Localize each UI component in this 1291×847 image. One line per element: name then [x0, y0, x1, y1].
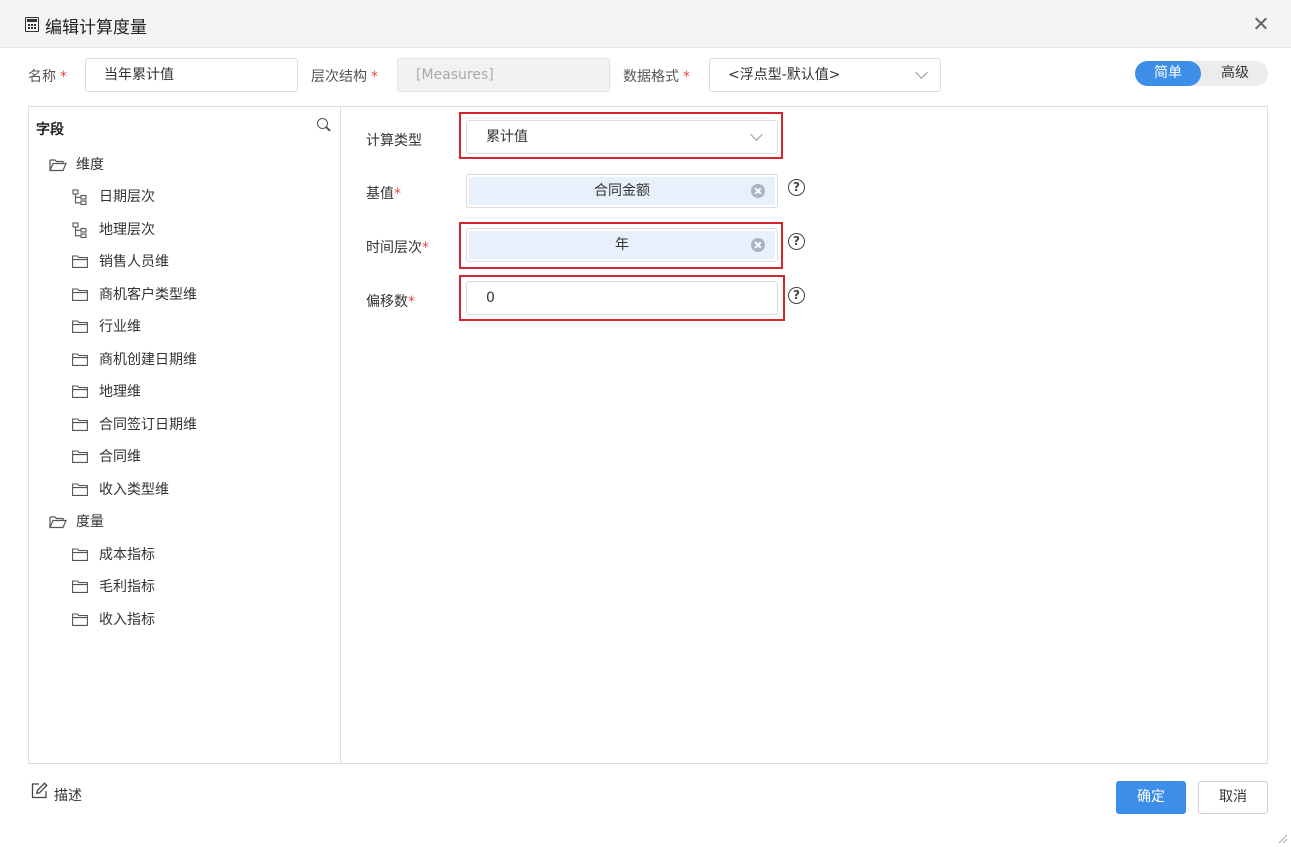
tree-item-label: 地理层次: [99, 222, 155, 238]
help-icon[interactable]: ?: [788, 179, 805, 196]
description-link[interactable]: 描述: [54, 785, 82, 805]
folder-icon: [72, 353, 88, 366]
folder-icon: [72, 613, 88, 626]
offset-value: 0: [486, 290, 495, 306]
tree-item-label: 商机创建日期维: [99, 352, 197, 368]
help-icon[interactable]: ?: [788, 287, 805, 304]
close-icon[interactable]: [1251, 14, 1271, 34]
search-icon[interactable]: [316, 117, 332, 133]
tree-item-label: 销售人员维: [99, 254, 169, 270]
format-label: 数据格式 *: [623, 69, 690, 85]
base-chip-label: 合同金额: [594, 183, 650, 199]
tree-item-label: 合同签订日期维: [99, 417, 197, 433]
tree-item-label: 收入指标: [99, 612, 155, 628]
tree-item-label: 收入类型维: [99, 482, 169, 498]
folder-icon: [72, 580, 88, 593]
folder-icon: [72, 548, 88, 561]
name-input[interactable]: 当年累计值: [85, 58, 298, 92]
panel-divider: [340, 107, 341, 763]
folder-icon: [72, 385, 88, 398]
chevron-down-icon: [915, 66, 928, 79]
ok-button[interactable]: 确定: [1116, 781, 1186, 814]
name-label: 名称 *: [28, 69, 67, 85]
folder-icon: [72, 418, 88, 431]
clear-icon[interactable]: [751, 184, 765, 198]
base-chip: 合同金额: [469, 177, 775, 205]
tree-item-label: 日期层次: [99, 189, 155, 205]
folder-open-icon: [49, 159, 67, 172]
cancel-button[interactable]: 取消: [1198, 781, 1268, 814]
tree-group-label: 维度: [76, 157, 104, 173]
tree-item-label: 商机客户类型维: [99, 287, 197, 303]
help-icon[interactable]: ?: [788, 233, 805, 250]
time-level-field[interactable]: 年: [466, 228, 778, 262]
format-select-value: <浮点型-默认值>: [728, 67, 841, 83]
folder-icon: [72, 288, 88, 301]
tree-item-label: 毛利指标: [99, 579, 155, 595]
hierarchy-label: 层次结构 *: [311, 69, 378, 85]
hierarchy-icon: [72, 222, 87, 238]
fields-title: 字段: [36, 122, 64, 138]
time-level-chip-label: 年: [615, 237, 629, 253]
clear-icon[interactable]: [751, 238, 765, 252]
mode-advanced-button[interactable]: 高级: [1202, 61, 1268, 86]
time-level-chip: 年: [469, 231, 775, 259]
folder-open-icon: [49, 516, 67, 529]
tree-item-label: 成本指标: [99, 547, 155, 563]
calculator-icon: [25, 17, 39, 32]
base-field[interactable]: 合同金额: [466, 174, 778, 208]
hierarchy-input: [Measures]: [397, 58, 610, 92]
tree-item-label: 合同维: [99, 449, 141, 465]
tree-group-label: 度量: [76, 514, 104, 530]
calc-type-value: 累计值: [486, 129, 528, 145]
base-label: 基值*: [366, 186, 401, 202]
mode-simple-button[interactable]: 简单: [1135, 61, 1201, 86]
format-select[interactable]: <浮点型-默认值>: [709, 58, 941, 92]
resize-grip-icon[interactable]: [1278, 834, 1288, 844]
folder-icon: [72, 255, 88, 268]
tree-item-label: 地理维: [99, 384, 141, 400]
offset-label: 偏移数*: [366, 294, 415, 310]
folder-icon: [72, 320, 88, 333]
folder-icon: [72, 483, 88, 496]
calc-type-select[interactable]: 累计值: [466, 120, 778, 154]
folder-icon: [72, 450, 88, 463]
calc-type-label: 计算类型: [366, 133, 422, 149]
tree-item-label: 行业维: [99, 319, 141, 335]
chevron-down-icon: [750, 128, 763, 141]
dialog-titlebar: 编辑计算度量: [0, 0, 1291, 48]
hierarchy-icon: [72, 189, 87, 205]
time-level-label: 时间层次*: [366, 240, 429, 256]
mode-toggle[interactable]: 简单 高级: [1135, 61, 1268, 86]
offset-input[interactable]: 0: [466, 281, 778, 315]
dialog-title: 编辑计算度量: [45, 18, 147, 38]
edit-icon[interactable]: [31, 782, 48, 799]
